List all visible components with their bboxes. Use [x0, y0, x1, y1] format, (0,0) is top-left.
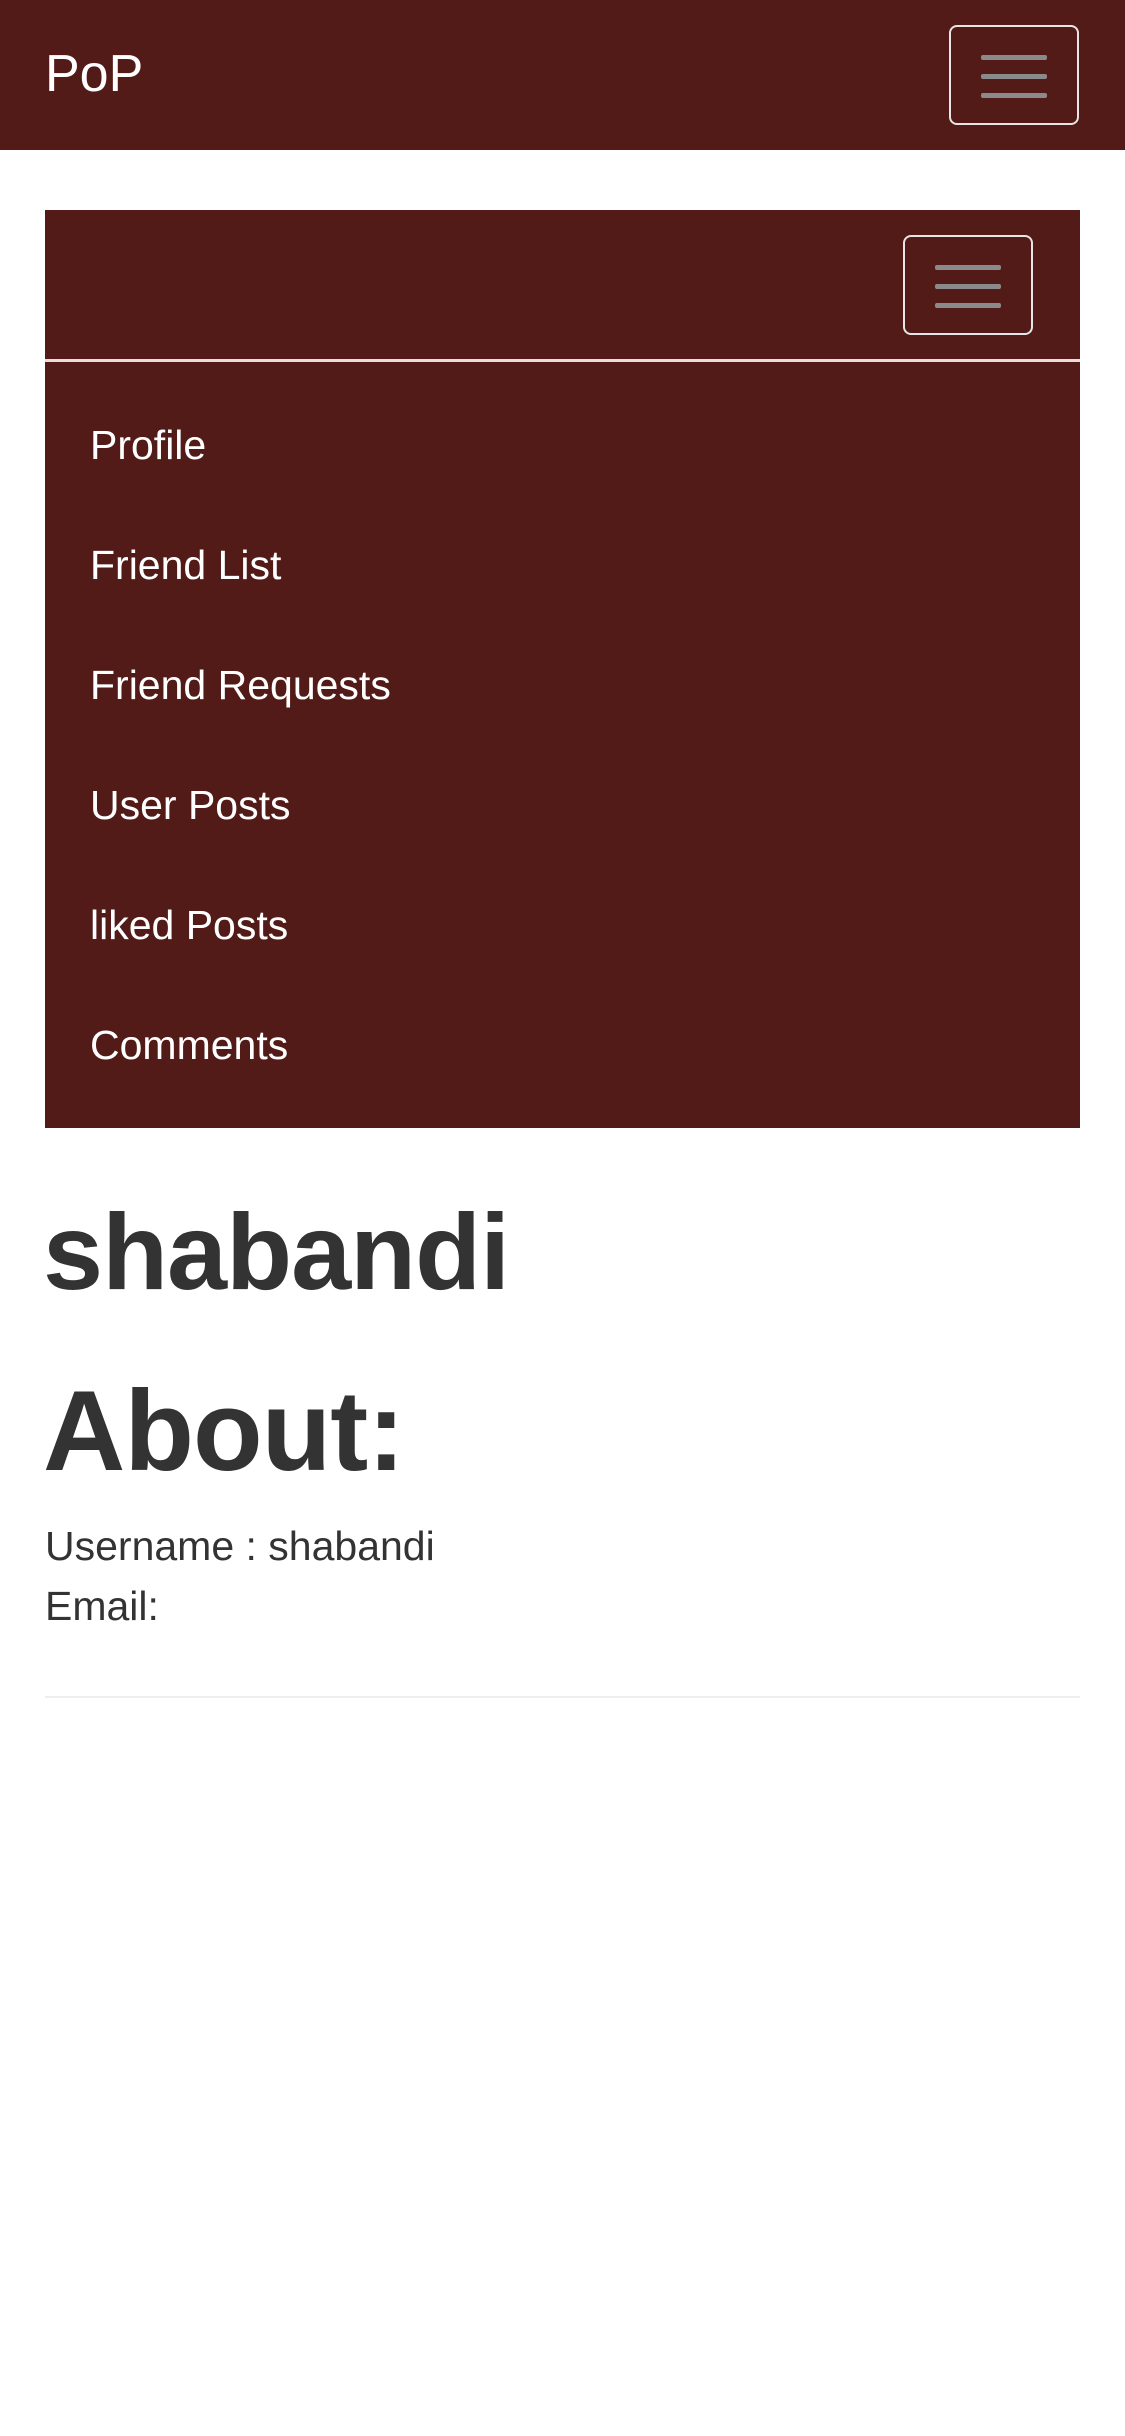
top-navbar: PoP: [0, 0, 1125, 150]
sidebar-toggle-button[interactable]: [903, 235, 1033, 335]
section-divider: [45, 1696, 1080, 1698]
about-heading: About:: [43, 1368, 405, 1495]
sidebar-item-friend-requests[interactable]: Friend Requests: [90, 655, 391, 715]
sidebar-item-friend-list[interactable]: Friend List: [90, 535, 281, 595]
navbar-toggle-button[interactable]: [949, 25, 1079, 125]
username-info: Username : shabandi: [45, 1523, 435, 1569]
email-info: Email:: [45, 1583, 159, 1629]
sidebar-divider: [45, 359, 1080, 362]
sidebar-item-comments[interactable]: Comments: [90, 1015, 288, 1075]
side-navigation: Profile Friend List Friend Requests User…: [45, 210, 1080, 1128]
sidebar-item-user-posts[interactable]: User Posts: [90, 775, 291, 835]
sidebar-item-profile[interactable]: Profile: [90, 415, 206, 475]
sidebar-item-liked-posts[interactable]: liked Posts: [90, 895, 288, 955]
brand-link[interactable]: PoP: [45, 44, 143, 104]
profile-name-heading: shabandi: [43, 1191, 510, 1312]
